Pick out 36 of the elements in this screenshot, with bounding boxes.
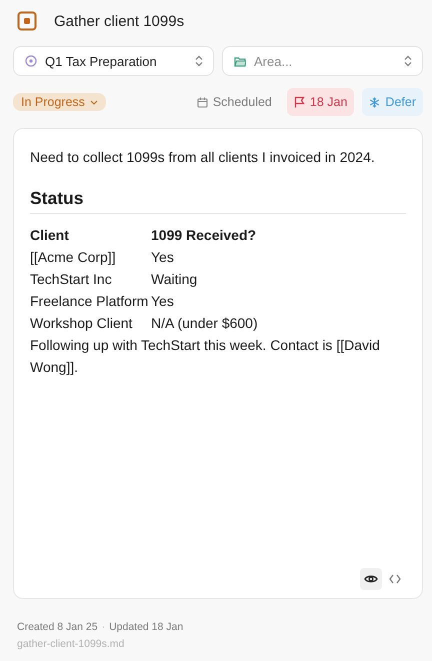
table-cell-text: Freelance Platform <box>30 292 150 311</box>
calendar-icon <box>196 96 208 108</box>
section-heading: Status <box>30 188 406 214</box>
deadline-button[interactable]: 18 Jan <box>286 88 354 116</box>
folder-icon <box>234 56 246 66</box>
table-cell-text: N/A (under $600) <box>151 314 259 333</box>
eye-icon <box>364 574 378 584</box>
note-paragraph: Need to collect 1099s from all clients I invoiced in 2024. <box>30 148 376 167</box>
created-date: Created 8 Jan 25 <box>17 621 98 633</box>
caret-icon <box>90 100 98 104</box>
scheduled-button[interactable]: Scheduled <box>190 88 279 116</box>
chevron-icon <box>195 55 203 67</box>
column-header: Client <box>30 226 70 245</box>
area-select[interactable]: Area... <box>222 46 423 76</box>
table-cell-text: TechStart Inc <box>30 270 113 289</box>
separator: · <box>102 621 106 633</box>
table-cell-text: Yes <box>151 248 175 267</box>
table-cell-text: Yes <box>151 292 175 311</box>
table-cell-text: Waiting <box>151 270 198 289</box>
chevron-icon <box>404 55 412 67</box>
table-cell-text: [[Acme Corp]] <box>30 248 117 267</box>
project-icon <box>25 55 37 67</box>
preview-button[interactable] <box>360 568 382 590</box>
file-name: gather-client-1099s.md <box>17 638 126 650</box>
note-paragraph: Following up with TechStart this week. Contact is [[David Wong]]. <box>30 336 381 377</box>
code-icon <box>389 574 401 584</box>
status-dropdown[interactable]: In Progress <box>13 93 106 111</box>
project-select[interactable]: Q1 Tax Preparation <box>13 46 214 76</box>
column-header: 1099 Received? <box>151 226 258 245</box>
snowflake-icon <box>369 96 380 108</box>
table-cell-text: Workshop Client <box>30 314 134 333</box>
task-title: Gather client 1099s <box>54 12 184 30</box>
flag-icon <box>294 96 305 108</box>
status-icon[interactable] <box>17 11 37 31</box>
defer-button[interactable]: Defer <box>362 88 423 116</box>
updated-date: Updated 18 Jan <box>109 621 184 633</box>
